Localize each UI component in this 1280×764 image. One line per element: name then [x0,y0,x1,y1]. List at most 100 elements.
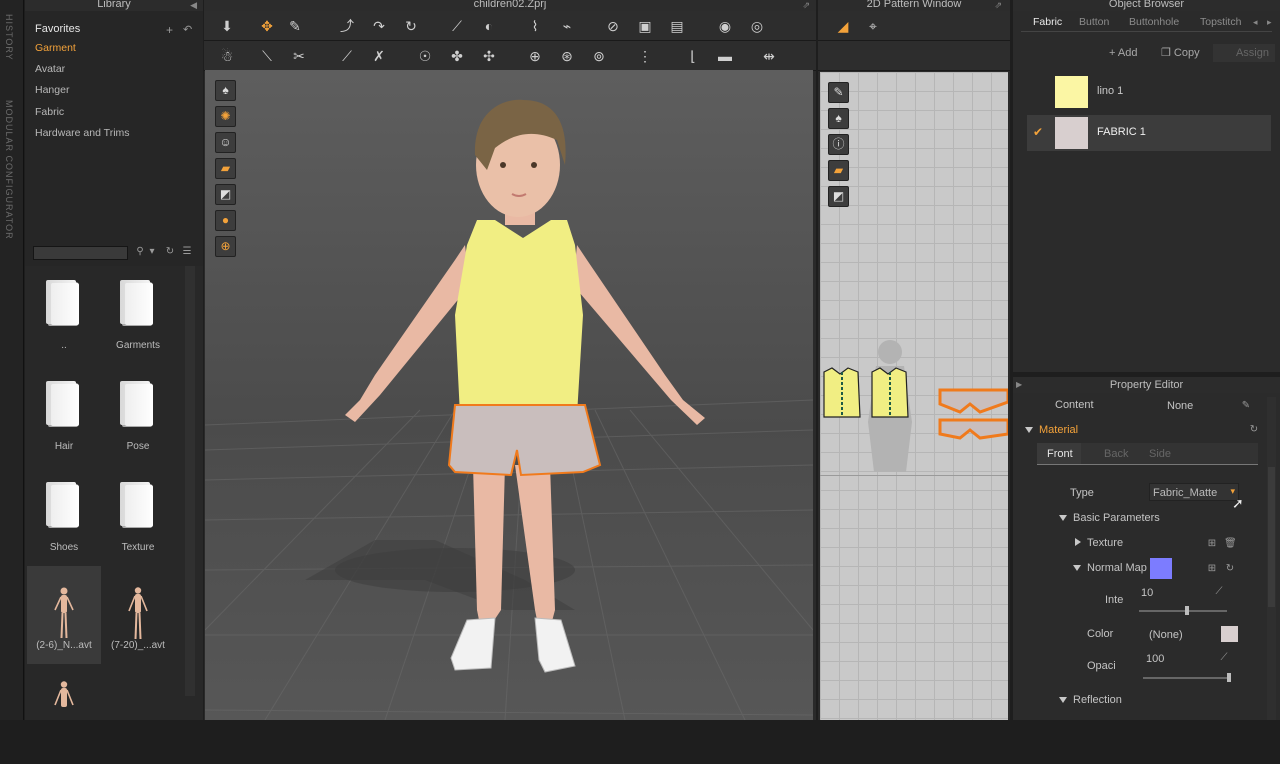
folder-hair[interactable]: Hair [27,367,101,465]
eyedropper-icon[interactable]: ⟋ [1218,652,1230,664]
buttonhole-tool-icon[interactable]: ◎ [748,17,766,35]
favorite-hanger[interactable]: Hanger [35,84,69,96]
fabric-display-icon[interactable]: ▰ [215,158,236,179]
tab-fabric[interactable]: Fabric [1033,14,1062,31]
favorite-hardware-trims[interactable]: Hardware and Trims [35,127,130,139]
scrollbar-thumb[interactable] [1268,467,1275,607]
maximize-icon[interactable]: ⇗ [802,0,810,11]
reflection-section[interactable]: Reflection [1059,694,1122,706]
garment-icon[interactable]: ▣ [636,17,654,35]
environment-icon[interactable]: ⊕ [215,236,236,257]
favorite-fabric[interactable]: Fabric [35,106,64,118]
avatar-file-2-6[interactable]: (2-6)_N...avt [27,566,101,664]
modular-configurator-tab[interactable]: MODULAR CONFIGURATOR [4,100,14,240]
lasso-icon[interactable]: ⊘ [604,17,622,35]
show-garment-2d-icon[interactable]: ♠ [828,108,849,129]
info-icon[interactable]: ⓘ [828,134,849,155]
assign-fabric-button[interactable]: Assign [1213,44,1275,62]
pin-icon[interactable]: ⟋ [448,17,466,35]
content-value[interactable]: None [1167,400,1193,412]
measure-icon[interactable]: ⌇ [526,17,544,35]
refresh-icon[interactable]: ↻ [1224,563,1236,575]
library-scrollbar[interactable] [185,266,195,696]
favorite-garment[interactable]: Garment [35,42,76,54]
type-dropdown[interactable]: Fabric_Matte ▾ [1149,483,1239,501]
polygon-tool-icon[interactable]: ◢ [834,17,852,35]
tab-back[interactable]: Back [1104,448,1128,460]
material-section[interactable]: Material [1025,424,1078,436]
tab-topstitch[interactable]: Topstitch [1200,14,1241,31]
tab-front[interactable]: Front [1047,448,1073,460]
collapse-icon[interactable]: ◀ [190,0,197,11]
show-pattern-icon[interactable]: ✎ [828,82,849,103]
arrangement-icon[interactable]: ↷ [370,17,388,35]
transform-pattern-icon[interactable]: ✥ [258,17,276,35]
strengthen-icon[interactable]: ◐ [480,17,498,35]
texture-display-icon[interactable]: ▰ [828,160,849,181]
copy-fabric-button[interactable]: ❐ Copy [1153,44,1200,62]
show-garment-icon[interactable]: ♠ [215,80,236,101]
show-points-icon[interactable]: ✺ [215,106,236,127]
slider-handle[interactable] [1227,673,1231,682]
add-fabric-button[interactable]: + Add [1101,44,1137,62]
tab-scroll-left-icon[interactable]: ◂ [1253,17,1258,28]
rotate-icon[interactable]: ↻ [402,17,420,35]
pin-sewing-icon[interactable]: ⟍ [258,47,276,65]
opacity-slider[interactable] [1143,673,1231,682]
avatar-pose-icon[interactable]: ☃ [218,47,236,65]
edit-point-icon[interactable]: ⌖ [864,17,882,35]
property-scrollbar[interactable] [1267,397,1276,720]
zipper-icon[interactable]: ⋮ [636,47,654,65]
search-icon[interactable]: ⚲ [134,246,146,258]
normal-map-row[interactable]: Normal Map [1073,562,1147,574]
folder-texture[interactable]: Texture [101,468,175,566]
folder-shoes[interactable]: Shoes [27,468,101,566]
normal-map-swatch[interactable] [1150,558,1172,579]
avatar-display-icon[interactable]: ● [215,210,236,231]
edit-texture-icon[interactable]: ⊕ [526,47,544,65]
list-view-icon[interactable]: ☰ [181,246,193,258]
refresh-icon[interactable]: ↻ [164,246,176,258]
favorite-avatar[interactable]: Avatar [35,63,65,75]
slider-handle[interactable] [1185,606,1190,615]
tab-buttonhole[interactable]: Buttonhole [1129,14,1179,31]
basic-parameters-section[interactable]: Basic Parameters [1059,512,1160,524]
expand-icon[interactable]: ▶ [1016,380,1022,389]
tape-icon[interactable]: ⌁ [558,17,576,35]
reset-icon[interactable]: ↻ [1248,424,1260,436]
tack-icon[interactable]: ✎ [286,17,304,35]
maximize-icon[interactable]: ⇗ [994,0,1002,11]
color-swatch[interactable] [1221,626,1238,642]
fabric-row-lino-1[interactable]: lino 1 [1027,74,1271,110]
shrink-icon[interactable]: ⇹ [760,47,778,65]
tab-scroll-right-icon[interactable]: ▸ [1267,17,1272,28]
avatar-2d-icon[interactable]: ◩ [828,186,849,207]
fold-icon[interactable]: ✤ [448,47,466,65]
line-tool-icon[interactable]: ⌊ [684,47,702,65]
grid-icon[interactable]: ✣ [480,47,498,65]
grid-browse-icon[interactable]: ⊞ [1206,538,1218,550]
folder-up[interactable]: .. [27,266,101,364]
tab-side[interactable]: Side [1149,448,1171,460]
add-favorite-icon[interactable]: + [166,23,173,37]
grid-browse-icon[interactable]: ⊞ [1206,563,1218,575]
sweater-icon[interactable]: ▤ [668,17,686,35]
piping-icon[interactable]: ▬ [716,47,734,65]
transform-texture-icon[interactable]: ⊛ [558,47,576,65]
tuck-icon[interactable]: ☉ [416,47,434,65]
tab-button[interactable]: Button [1079,14,1109,31]
avatar-file-7-20[interactable]: (7-20)_...avt [101,566,175,664]
avatar-file-3[interactable] [27,666,101,764]
render-mode-icon[interactable]: ◩ [215,184,236,205]
opacity-value[interactable]: 100 [1146,653,1164,665]
3d-scene[interactable]: ♠ ✺ ☺ ▰ ◩ ● ⊕ [205,70,813,720]
graphic-icon[interactable]: ⊚ [590,47,608,65]
delete-icon[interactable]: 🗑 [1224,538,1237,550]
library-search-input[interactable] [33,246,128,260]
button-tool-icon[interactable]: ◉ [716,17,734,35]
fabric-row-fabric-1[interactable]: ✔ FABRIC 1 [1027,115,1271,151]
history-tab[interactable]: HISTORY [4,14,14,61]
folder-garments[interactable]: Garments [101,266,175,364]
edit-icon[interactable]: ✎ [1240,400,1252,412]
segment-sewing-icon[interactable]: ⟋ [338,47,356,65]
